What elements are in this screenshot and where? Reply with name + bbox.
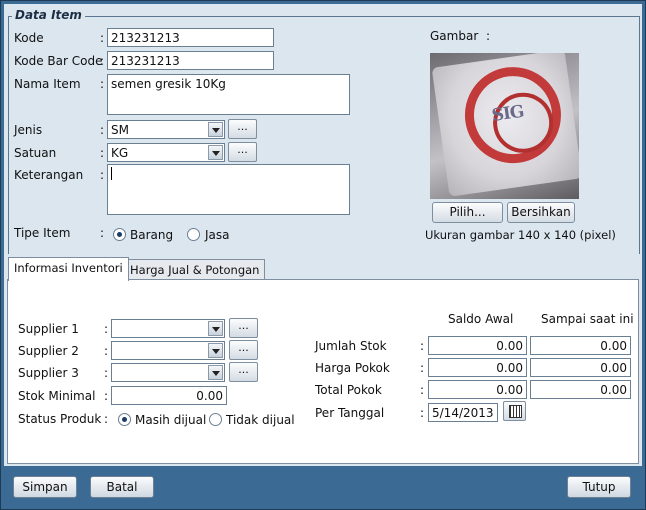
stok-minimal-label: Stok Minimal [18,389,96,403]
stok-minimal-input[interactable]: 0.00 [111,386,227,405]
harga-pokok-label: Harga Pokok [315,361,390,375]
saldo-awal-header: Saldo Awal [448,312,514,326]
satuan-label: Satuan [14,146,57,160]
tutup-button[interactable]: Tutup [567,476,631,498]
status-masih-label[interactable]: Masih dijual [135,413,206,427]
keterangan-label: Keterangan [14,168,84,182]
chevron-down-icon[interactable] [208,343,223,358]
colon: : [104,344,109,358]
tipe-barang-radio[interactable] [113,228,126,241]
jumlah-stok-label: Jumlah Stok [315,339,387,353]
colon: : [420,383,425,397]
per-tanggal-label: Per Tanggal [315,406,385,420]
supplier3-browse-button[interactable]: ... [229,362,258,382]
bersihkan-button[interactable]: Bersihkan [507,202,575,223]
colon: : [104,322,109,336]
kode-input[interactable]: 213231213 [107,28,274,47]
colon: : [104,412,109,426]
inventory-panel: Informasi Inventori Harga Jual & Potonga… [4,255,642,466]
simpan-button[interactable]: Simpan [13,476,77,498]
tab-content: Supplier 1 : ... Supplier 2 : ... Suppli… [7,279,639,464]
gambar-label: Gambar [430,29,479,43]
harga-pokok-kini: 0.00 [530,358,631,377]
status-tidak-label[interactable]: Tidak dijual [226,413,295,427]
tipe-jasa-radio[interactable] [187,228,200,241]
total-pokok-label: Total Pokok [315,383,382,397]
item-image: SIG [430,53,579,199]
chevron-down-icon[interactable] [208,365,223,380]
sampai-saat-ini-header: Sampai saat ini [541,312,634,326]
tab-informasi-inventori[interactable]: Informasi Inventori [8,257,129,281]
colon: : [420,339,425,353]
colon: : [420,361,425,375]
supplier2-select[interactable] [111,341,225,360]
jenis-browse-button[interactable]: ... [228,119,257,139]
nama-item-label: Nama Item [14,77,81,91]
jumlah-stok-awal: 0.00 [428,336,527,355]
satuan-value: KG [111,146,129,160]
supplier2-label: Supplier 2 [18,344,79,358]
tipe-jasa-label[interactable]: Jasa [205,228,230,242]
status-tidak-radio[interactable] [209,413,222,426]
colon: : [100,226,105,240]
supplier3-label: Supplier 3 [18,366,79,380]
supplier2-browse-button[interactable]: ... [229,340,258,360]
nama-item-textarea[interactable]: semen gresik 10Kg [107,74,350,115]
tipe-barang-label[interactable]: Barang [130,228,173,242]
per-tanggal-input[interactable]: 5/14/2013 [428,403,498,422]
total-pokok-kini: 0.00 [530,380,631,399]
colon: : [100,77,105,91]
colon: : [100,146,105,160]
chevron-down-icon[interactable] [208,122,223,137]
jenis-value: SM [111,123,129,137]
cement-bag-photo: SIG [431,53,579,197]
supplier1-label: Supplier 1 [18,322,79,336]
tipe-item-label: Tipe Item [14,226,71,240]
status-masih-radio[interactable] [118,413,131,426]
barcode-input[interactable]: 213231213 [107,51,274,70]
calendar-icon[interactable] [503,401,526,421]
chevron-down-icon[interactable] [208,145,223,160]
colon: : [100,123,105,137]
group-title: Data Item [12,8,85,22]
pilih-button[interactable]: Pilih... [432,202,503,223]
colon: : [100,31,105,45]
total-pokok-awal: 0.00 [428,380,527,399]
logo-seal: SIG [458,60,568,170]
kode-label: Kode [14,31,44,45]
satuan-select[interactable]: KG [107,143,225,162]
colon: : [104,366,109,380]
image-size-note: Ukuran gambar 140 x 140 (pixel) [425,228,616,242]
supplier3-select[interactable] [111,363,225,382]
jenis-select[interactable]: SM [107,120,225,139]
harga-pokok-awal: 0.00 [428,358,527,377]
satuan-browse-button[interactable]: ... [228,142,257,162]
supplier1-browse-button[interactable]: ... [229,318,258,338]
colon: : [486,29,491,43]
data-item-panel: Data Item Kode : 213231213 Kode Bar Code… [4,4,642,255]
item-window: Data Item Kode : 213231213 Kode Bar Code… [0,0,646,510]
barcode-label: Kode Bar Code [14,54,103,68]
colon: : [104,389,109,403]
colon: : [100,168,105,182]
keterangan-textarea[interactable] [107,164,350,215]
status-produk-label: Status Produk [18,412,102,426]
jenis-label: Jenis [14,123,43,137]
colon: : [100,54,105,68]
supplier1-select[interactable] [111,319,225,338]
batal-button[interactable]: Batal [90,476,154,498]
tab-harga-jual[interactable]: Harga Jual & Potongan [124,259,266,281]
chevron-down-icon[interactable] [208,321,223,336]
text-cursor [111,167,112,180]
colon: : [420,406,425,420]
jumlah-stok-kini: 0.00 [530,336,631,355]
